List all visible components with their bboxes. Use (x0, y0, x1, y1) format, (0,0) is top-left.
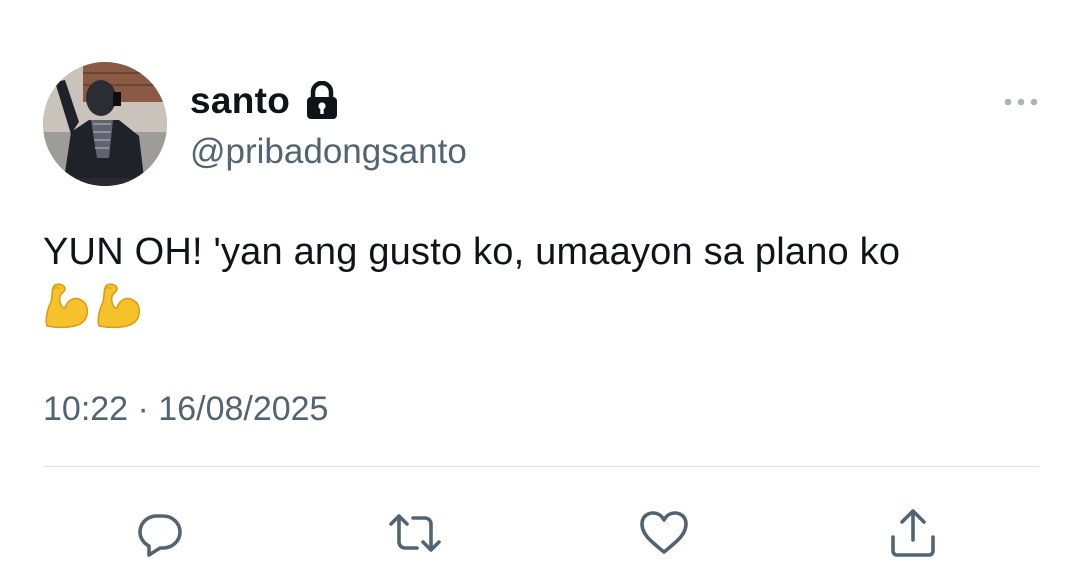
share-icon (888, 507, 938, 559)
retweet-icon (387, 508, 443, 558)
share-button[interactable] (886, 506, 940, 560)
flexed-biceps-icon (95, 280, 143, 330)
lock-icon (304, 80, 340, 121)
tweet-text: YUN OH! 'yan ang gusto ko, umaayon sa pl… (43, 231, 901, 273)
retweet-button[interactable] (388, 506, 442, 560)
tweet-timestamp[interactable]: 10:22 · 16/08/2025 (43, 390, 328, 429)
speech-bubble-icon (134, 508, 184, 558)
like-button[interactable] (637, 506, 691, 560)
more-options-icon[interactable] (1001, 94, 1041, 110)
display-name-row: santo (190, 78, 340, 124)
avatar[interactable] (43, 62, 167, 186)
user-handle[interactable]: @pribadongsanto (190, 132, 467, 172)
display-name[interactable]: santo (190, 80, 290, 122)
divider (43, 466, 1039, 467)
reply-button[interactable] (132, 506, 186, 560)
tweet-emojis (43, 280, 143, 330)
tweet-card: santo @pribadongsanto YUN OH! 'yan ang g… (0, 0, 1080, 585)
flexed-biceps-icon (43, 280, 91, 330)
heart-icon (638, 509, 690, 557)
